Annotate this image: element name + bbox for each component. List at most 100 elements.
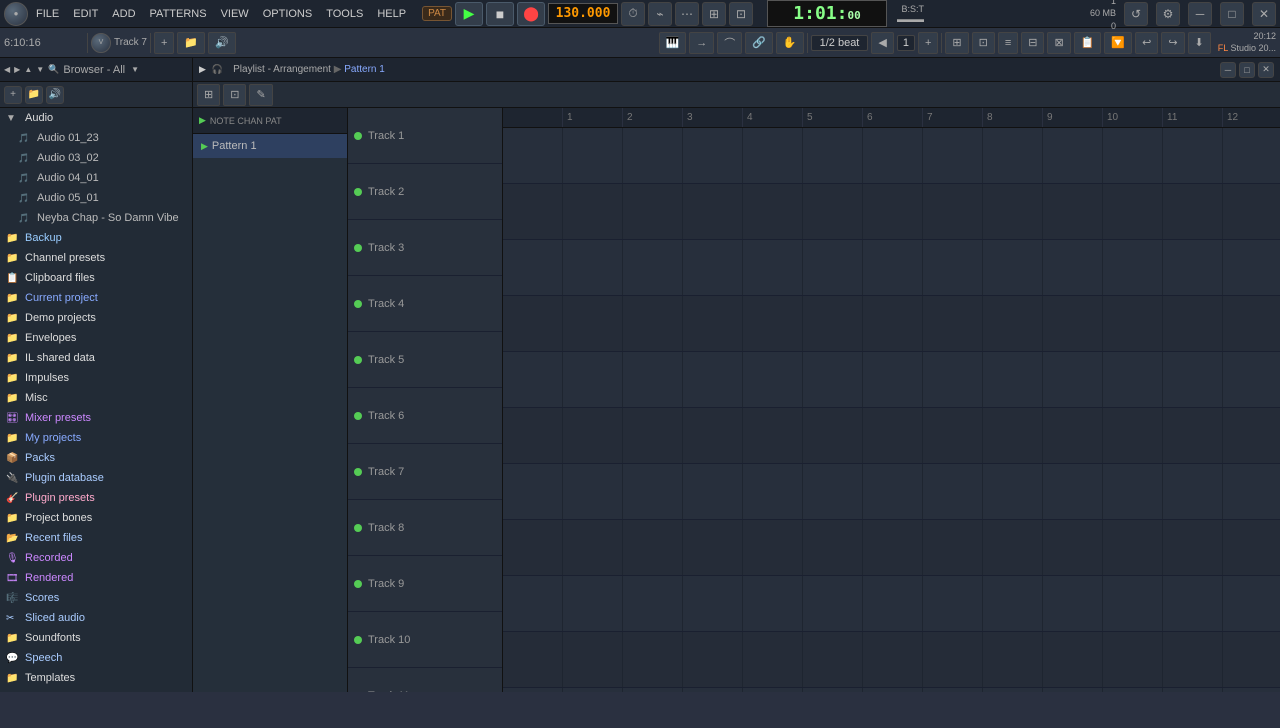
track-row-11[interactable]: Track 11 [348, 668, 502, 692]
track-row-1[interactable]: Track 1 [348, 108, 502, 164]
grid-cell-3-3[interactable] [683, 296, 743, 351]
grid-cell-1-10[interactable] [1103, 184, 1163, 239]
grid-cell-7-10[interactable] [1103, 520, 1163, 575]
playlist-btn3[interactable]: ≡ [998, 32, 1018, 54]
grid-cell-2-8[interactable] [983, 240, 1043, 295]
grid-cell-0-5[interactable] [803, 128, 863, 183]
browser-add-btn[interactable]: + [4, 86, 22, 104]
grid-cell-4-8[interactable] [983, 352, 1043, 407]
grid-cell-4-7[interactable] [923, 352, 983, 407]
grid-cell-10-5[interactable] [803, 688, 863, 692]
grid-cell-7-12[interactable] [1223, 520, 1280, 575]
grid-cell-1-11[interactable] [1163, 184, 1223, 239]
grid-area[interactable]: 1234567891011121314151617 [503, 108, 1280, 692]
grid-cell-2-12[interactable] [1223, 240, 1280, 295]
grid-cell-8-5[interactable] [803, 576, 863, 631]
piano-btn[interactable]: 🎹 [659, 32, 687, 54]
playlist-header-play[interactable]: ▶ [199, 64, 206, 75]
grid-cell-2-5[interactable] [803, 240, 863, 295]
grid-cell-9-4[interactable] [743, 632, 803, 687]
grid-cell-0-0[interactable] [503, 128, 563, 183]
browser-item-audio[interactable]: ▼Audio [0, 108, 192, 128]
grid-cell-0-1[interactable] [563, 128, 623, 183]
grid-row-10[interactable] [503, 632, 1280, 688]
grid-cell-7-0[interactable] [503, 520, 563, 575]
browser-vol-btn[interactable]: 🔊 [46, 86, 64, 104]
grid-cell-3-1[interactable] [563, 296, 623, 351]
grid-cell-7-4[interactable] [743, 520, 803, 575]
grid-cell-0-12[interactable] [1223, 128, 1280, 183]
grid-cell-5-9[interactable] [1043, 408, 1103, 463]
grid-cell-7-6[interactable] [863, 520, 923, 575]
grid-cell-3-10[interactable] [1103, 296, 1163, 351]
browser-item-soundfonts[interactable]: 📁Soundfonts [0, 628, 192, 648]
grid-cell-3-4[interactable] [743, 296, 803, 351]
grid-row-8[interactable] [503, 520, 1280, 576]
playlist-btn10[interactable]: ⬇ [1188, 32, 1211, 54]
playlist-btn6[interactable]: 📋 [1074, 32, 1102, 54]
grid-cell-9-2[interactable] [623, 632, 683, 687]
grid-cell-3-9[interactable] [1043, 296, 1103, 351]
grid-cell-4-4[interactable] [743, 352, 803, 407]
grid-cell-0-2[interactable] [623, 128, 683, 183]
grid-cell-8-0[interactable] [503, 576, 563, 631]
grid-cell-6-12[interactable] [1223, 464, 1280, 519]
grid-cell-7-7[interactable] [923, 520, 983, 575]
grid-cell-0-11[interactable] [1163, 128, 1223, 183]
grid-cell-2-4[interactable] [743, 240, 803, 295]
grid-cell-2-6[interactable] [863, 240, 923, 295]
browser-item-il-shared-data[interactable]: 📁IL shared data [0, 348, 192, 368]
browser-item-current-project[interactable]: 📁Current project [0, 288, 192, 308]
grid-cell-3-8[interactable] [983, 296, 1043, 351]
beat-selector[interactable]: 1/2 beat [811, 35, 869, 51]
grid-cell-1-7[interactable] [923, 184, 983, 239]
grid-cell-4-10[interactable] [1103, 352, 1163, 407]
grid-cell-10-2[interactable] [623, 688, 683, 692]
browser-item-neyba-chap---so-damn-vibe[interactable]: 🎵Neyba Chap - So Damn Vibe [0, 208, 192, 228]
browser-item-my-projects[interactable]: 📁My projects [0, 428, 192, 448]
grid-cell-8-11[interactable] [1163, 576, 1223, 631]
grid-cell-6-0[interactable] [503, 464, 563, 519]
grid-cell-7-9[interactable] [1043, 520, 1103, 575]
grid-cell-5-3[interactable] [683, 408, 743, 463]
track-row-10[interactable]: Track 10 [348, 612, 502, 668]
grid-cell-5-6[interactable] [863, 408, 923, 463]
grid-cell-3-11[interactable] [1163, 296, 1223, 351]
grid-cell-0-10[interactable] [1103, 128, 1163, 183]
browser-item-audio-0501[interactable]: 🎵Audio 05_01 [0, 188, 192, 208]
tb-btn5[interactable]: ⊡ [729, 2, 753, 26]
grid-cell-7-11[interactable] [1163, 520, 1223, 575]
menu-add[interactable]: ADD [106, 6, 141, 22]
grid-cell-0-7[interactable] [923, 128, 983, 183]
browser-item-rendered[interactable]: 🎞Rendered [0, 568, 192, 588]
menu-patterns[interactable]: PATTERNS [144, 6, 213, 22]
grid-row-6[interactable] [503, 408, 1280, 464]
maximize-btn[interactable]: □ [1220, 2, 1244, 26]
grid-cell-6-3[interactable] [683, 464, 743, 519]
grid-row-3[interactable] [503, 240, 1280, 296]
browser-item-audio-0123[interactable]: 🎵Audio 01_23 [0, 128, 192, 148]
grid-row-11[interactable] [503, 688, 1280, 692]
browser-item-misc[interactable]: 📁Misc [0, 388, 192, 408]
stop-button[interactable]: ■ [486, 2, 514, 26]
tb-btn3[interactable]: ⋯ [675, 2, 699, 26]
grid-cell-10-8[interactable] [983, 688, 1043, 692]
grid-cell-9-0[interactable] [503, 632, 563, 687]
grid-cell-1-4[interactable] [743, 184, 803, 239]
browser-item-demo-projects[interactable]: 📁Demo projects [0, 308, 192, 328]
grid-cell-6-9[interactable] [1043, 464, 1103, 519]
playlist-btn4[interactable]: ⊟ [1021, 32, 1044, 54]
grid-cell-2-2[interactable] [623, 240, 683, 295]
grid-cell-2-7[interactable] [923, 240, 983, 295]
browser-item-channel-presets[interactable]: 📁Channel presets [0, 248, 192, 268]
tb2-vol-btn[interactable]: 🔊 [208, 32, 236, 54]
track-row-3[interactable]: Track 3 [348, 220, 502, 276]
pt-btn3[interactable]: ✎ [249, 84, 272, 106]
track-row-6[interactable]: Track 6 [348, 388, 502, 444]
grid-cell-7-5[interactable] [803, 520, 863, 575]
playlist-win-max[interactable]: □ [1239, 62, 1255, 78]
browser-item-plugin-database[interactable]: 🔌Plugin database [0, 468, 192, 488]
grid-cell-1-8[interactable] [983, 184, 1043, 239]
browser-item-audio-0401[interactable]: 🎵Audio 04_01 [0, 168, 192, 188]
grid-row-1[interactable] [503, 128, 1280, 184]
